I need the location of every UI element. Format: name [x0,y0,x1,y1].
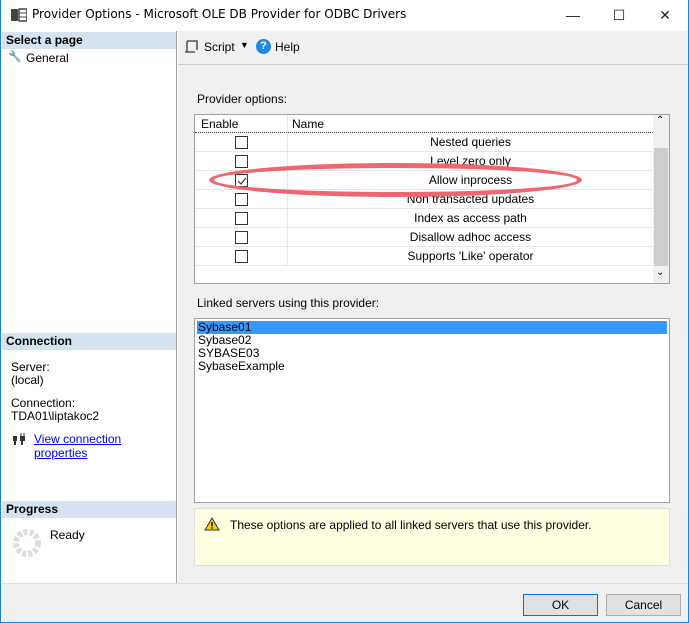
enable-checkbox[interactable] [235,155,248,168]
script-icon [185,40,198,53]
linked-servers-label: Linked servers using this provider: [197,296,380,310]
option-row: Nested queries [195,133,653,152]
provider-options-label: Provider options: [197,92,288,106]
progress-header: Progress [2,501,176,518]
enable-checkbox[interactable] [235,136,248,149]
info-bar: These options are applied to all linked … [194,508,670,566]
option-name: Supports 'Like' operator [287,247,653,265]
script-label: Script [204,40,235,54]
option-name: Index as access path [287,209,653,227]
dialog-window: Provider Options - Microsoft OLE DB Prov… [0,0,689,623]
connection-header: Connection [2,333,176,350]
button-bar: OK Cancel [2,583,688,622]
help-label: Help [275,40,300,54]
window-title: Provider Options - Microsoft OLE DB Prov… [32,7,407,21]
script-button[interactable]: Script [184,39,239,57]
close-button[interactable]: ✕ [642,0,688,30]
highlight-oval [209,163,582,197]
scroll-up-icon[interactable]: ⌃ [656,115,664,126]
ok-button[interactable]: OK [523,594,598,616]
maximize-button[interactable]: ☐ [596,0,642,30]
option-row: Disallow adhoc access [195,228,653,247]
connection-label: Connection: [11,396,76,410]
column-header-name[interactable]: Name [287,115,324,133]
plug-icon [13,433,25,445]
option-row: Supports 'Like' operator [195,247,653,266]
view-connection-properties-link[interactable]: View connection properties [34,432,176,460]
grid-header: Enable Name [195,115,653,133]
sidebar: Select a page 🔧 General Connection Serve… [2,31,177,583]
wrench-icon: 🔧 [8,51,22,63]
connection-value: TDA01\liptakoc2 [11,409,100,423]
provider-options-grid: Enable Name Nested queries Level zero onl… [194,114,670,284]
linked-server-item[interactable]: Sybase02 [197,334,667,347]
enable-checkbox[interactable] [235,250,248,263]
option-name: Nested queries [287,133,653,151]
cancel-button[interactable]: Cancel [606,594,681,616]
toolbar: Script ▼ ? Help [178,31,688,65]
help-button[interactable]: ? Help [256,39,306,57]
enable-checkbox[interactable] [235,231,248,244]
scrollbar-thumb[interactable] [654,148,668,266]
chevron-down-icon[interactable]: ▼ [240,40,249,50]
option-name: Disallow adhoc access [287,228,653,246]
enable-checkbox[interactable] [235,212,248,225]
progress-spinner-icon [13,529,41,557]
option-row: Index as access path [195,209,653,228]
main-panel: Script ▼ ? Help Provider options: Enable… [178,31,688,583]
column-header-enable[interactable]: Enable [201,117,238,131]
select-page-header: Select a page [2,32,176,49]
title-bar: Provider Options - Microsoft OLE DB Prov… [1,0,688,31]
minimize-button[interactable]: — [550,0,596,30]
server-label: Server: [11,360,50,374]
info-message: These options are applied to all linked … [230,518,592,532]
enable-checkbox[interactable] [235,193,248,206]
vertical-scrollbar[interactable]: ⌃ ⌄ [653,115,669,283]
linked-server-item[interactable]: SybaseExample [197,360,667,373]
sidebar-item-general[interactable]: 🔧 General [8,50,168,65]
scroll-down-icon[interactable]: ⌄ [656,267,664,278]
app-icon [11,8,27,22]
server-value: (local) [11,373,44,387]
linked-server-item[interactable]: Sybase01 [197,321,667,334]
warning-icon [204,517,220,531]
progress-status: Ready [50,528,85,542]
help-icon: ? [256,39,271,54]
sidebar-item-label: General [26,51,69,65]
linked-servers-list[interactable]: Sybase01 Sybase02 SYBASE03 SybaseExample [194,318,670,503]
